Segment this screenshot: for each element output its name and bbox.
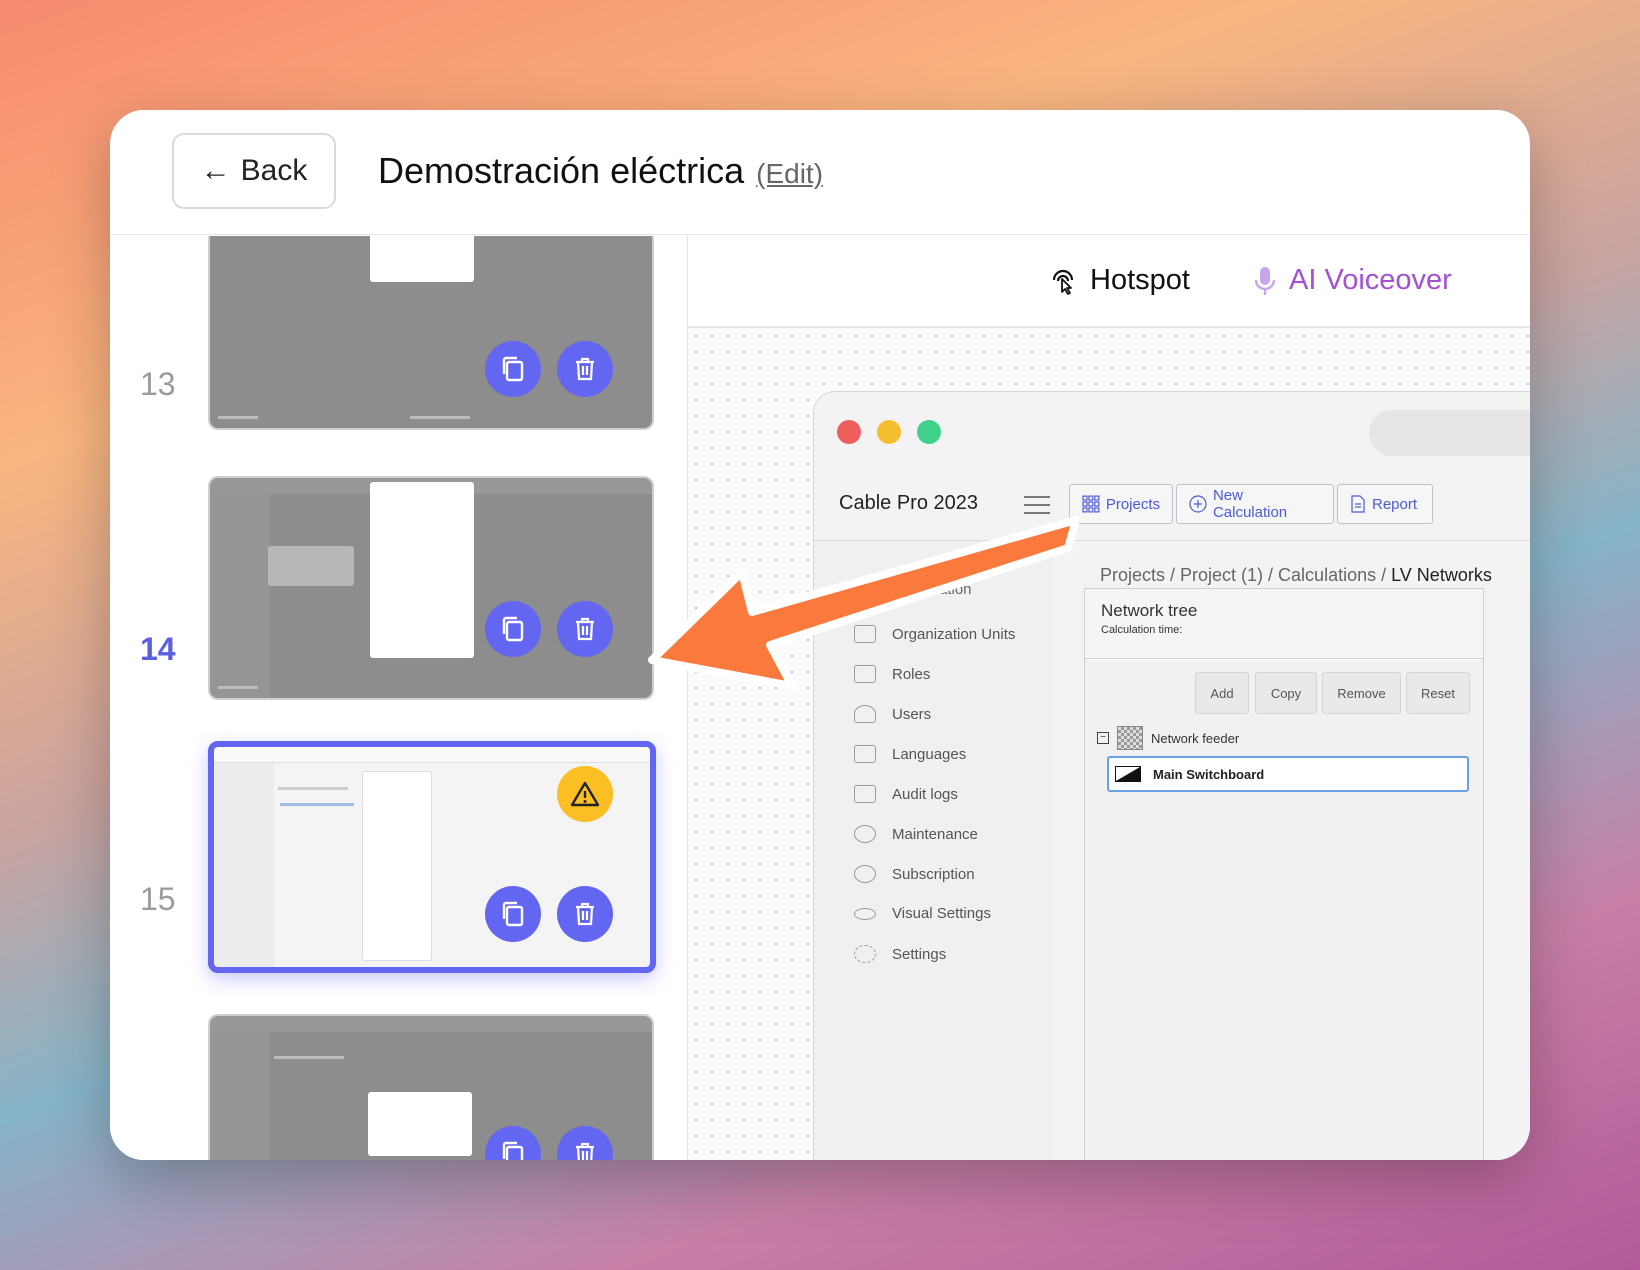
new-calculation-label: New Calculation (1212, 487, 1288, 521)
new-calculation-button[interactable]: New Calculation (1176, 484, 1334, 524)
delete-slide-button[interactable] (557, 601, 613, 657)
eye-icon (854, 907, 876, 920)
copy-icon (502, 1141, 524, 1160)
remove-node-button[interactable]: Remove (1322, 672, 1401, 714)
sidebar-item-maintenance[interactable]: Maintenance (854, 825, 978, 843)
network-tree-panel: Network tree Calculation time: Add Copy … (1084, 588, 1484, 1160)
sidebar-partial-item[interactable]: ration (934, 581, 972, 598)
close-dot (837, 420, 861, 444)
top-bar: ← Back Demostración eléctrica (Edit) (110, 110, 1530, 235)
maximize-dot (917, 420, 941, 444)
copy-node-button[interactable]: Copy (1255, 672, 1317, 714)
voiceover-label: AI Voiceover (1289, 264, 1452, 296)
users-icon (854, 705, 876, 723)
duplicate-slide-button[interactable] (485, 886, 541, 942)
sidebar-item-users[interactable]: Users (854, 705, 931, 723)
grid-icon (1082, 495, 1100, 513)
gear-icon (854, 945, 876, 963)
warning-icon (570, 781, 600, 807)
copy-icon (502, 616, 524, 642)
hotspot-icon (1052, 269, 1074, 295)
trash-icon (576, 902, 594, 926)
slide-list[interactable]: 13 14 15 (110, 236, 686, 1160)
sidebar-item-subscription[interactable]: Subscription (854, 865, 975, 883)
slide-number: 13 (140, 366, 176, 402)
reset-tree-button[interactable]: Reset (1406, 672, 1470, 714)
app-screenshot: Cable Pro 2023 Projects New Calculation … (813, 391, 1530, 1160)
slide-thumbnail-13[interactable] (208, 476, 654, 700)
refresh-icon (854, 865, 876, 883)
calculation-time-label: Calculation time: (1101, 624, 1183, 636)
minimize-dot (877, 420, 901, 444)
ai-voiceover-tool[interactable]: AI Voiceover (1253, 264, 1452, 297)
plus-circle-icon (1189, 495, 1207, 513)
slide-number-active: 14 (140, 631, 176, 667)
breadcrumb: Projects / Project (1) / Calculations / … (1100, 565, 1492, 586)
duplicate-slide-button[interactable] (485, 601, 541, 657)
back-button[interactable]: ← Back (172, 133, 336, 209)
switchboard-icon (1115, 766, 1141, 782)
app-title: Cable Pro 2023 (839, 492, 978, 514)
sidebar-item-languages[interactable]: Languages (854, 745, 966, 763)
menu-icon[interactable] (1024, 496, 1050, 520)
hotspot-tool[interactable]: Hotspot (1048, 264, 1190, 297)
briefcase-icon (854, 665, 876, 683)
page-title: Demostración eléctrica (Edit) (378, 150, 823, 192)
org-units-icon (854, 625, 876, 643)
duplicate-slide-button[interactable] (485, 341, 541, 397)
main-switchboard-node[interactable]: Main Switchboard (1107, 756, 1469, 792)
network-tree-title: Network tree (1101, 601, 1198, 620)
network-feeder-node[interactable]: − Network feeder (1097, 726, 1239, 750)
folder-icon (854, 785, 876, 803)
sidebar-item-settings[interactable]: Settings (854, 945, 946, 963)
editor-window: ← Back Demostración eléctrica (Edit) 13 (110, 110, 1530, 1160)
address-bar (1369, 410, 1530, 456)
tool-bar: Hotspot AI Voiceover (688, 236, 1530, 328)
edit-title-link[interactable]: (Edit) (756, 158, 823, 190)
report-button[interactable]: Report (1337, 484, 1433, 524)
app-sidebar: ration Organization Units Roles Users La… (814, 541, 1054, 1160)
warning-badge[interactable] (557, 766, 613, 822)
trash-icon (576, 357, 594, 381)
delete-slide-button[interactable] (557, 886, 613, 942)
feeder-icon (1117, 726, 1143, 750)
trash-icon (576, 1142, 594, 1160)
microphone-icon (1254, 266, 1276, 295)
breadcrumb-current: LV Networks (1391, 565, 1492, 585)
arrow-left-icon: ← (200, 154, 231, 187)
add-node-button[interactable]: Add (1195, 672, 1249, 714)
projects-button[interactable]: Projects (1069, 484, 1173, 524)
trash-icon (576, 617, 594, 641)
breadcrumb-path[interactable]: Projects / Project (1) / Calculations / (1100, 565, 1386, 585)
collapse-icon[interactable]: − (1097, 732, 1109, 744)
slide-preview: Hotspot AI Voiceover Cable Pro 2023 Proj… (687, 236, 1530, 1160)
copy-icon (502, 901, 524, 927)
slide-number: 15 (140, 881, 176, 917)
sidebar-item-organization-units[interactable]: Organization Units (854, 625, 1015, 643)
languages-icon (854, 745, 876, 763)
back-label: Back (240, 154, 308, 187)
projects-label: Projects (1105, 495, 1160, 513)
sidebar-item-audit-logs[interactable]: Audit logs (854, 785, 958, 803)
hotspot-label: Hotspot (1090, 264, 1190, 296)
report-icon (1351, 495, 1365, 513)
demo-title: Demostración eléctrica (378, 150, 745, 191)
sidebar-item-roles[interactable]: Roles (854, 665, 930, 683)
delete-slide-button[interactable] (557, 341, 613, 397)
maintenance-icon (854, 825, 876, 843)
slide-thumbnail-12[interactable] (208, 236, 654, 430)
copy-icon (502, 356, 524, 382)
report-label: Report (1372, 495, 1418, 513)
sidebar-item-visual-settings[interactable]: Visual Settings (854, 905, 991, 922)
